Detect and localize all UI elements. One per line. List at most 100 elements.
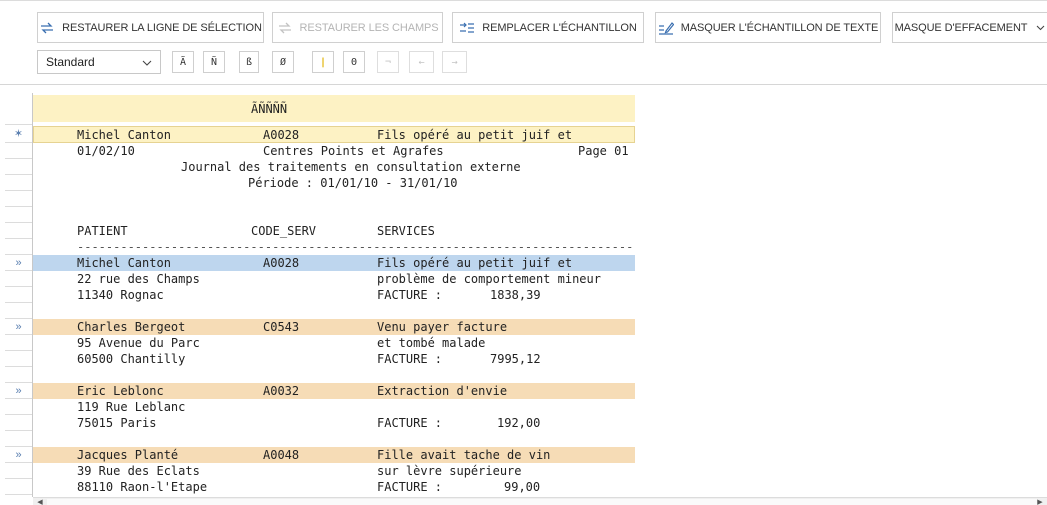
- scroll-right-arrow-icon[interactable]: ▶: [1035, 498, 1045, 505]
- invoice-amount: 1838,39: [490, 288, 541, 302]
- report-title: Journal des traitements en consultation …: [181, 160, 521, 174]
- restore-selection-line-button[interactable]: RESTAURER LA LIGNE DE SÉLECTION: [37, 12, 264, 43]
- record-service: Venu payer facture: [377, 320, 508, 334]
- record-service: Extraction d'envie: [377, 384, 508, 398]
- gutter-cell: [5, 93, 32, 125]
- char-theta-button[interactable]: Θ: [343, 51, 365, 73]
- restore-fields-button[interactable]: RESTAURER LES CHAMPS: [272, 12, 443, 43]
- gutter-cell: [5, 223, 32, 239]
- ribbon-divider: [0, 84, 1047, 85]
- arrow-left-button[interactable]: ←: [409, 51, 434, 73]
- replace-sample-button[interactable]: REMPLACER L'ÉCHANTILLON: [452, 12, 644, 43]
- invoice-label: FACTURE :: [377, 480, 443, 494]
- gutter-cell: [5, 287, 32, 303]
- invoice-amount: 192,00: [497, 416, 541, 430]
- column-header-services: SERVICES: [377, 224, 435, 238]
- record-service: et tombé malade: [377, 336, 486, 350]
- field-header-label: ÃÑÑÑÑ: [251, 102, 288, 116]
- invoice-label: FACTURE :: [377, 288, 443, 302]
- column-header-patient: PATIENT: [77, 224, 128, 238]
- char-not-button[interactable]: ¬: [377, 51, 399, 73]
- row-gutter: ✶ » » » »: [5, 93, 32, 505]
- chevron-down-icon: [1036, 25, 1045, 31]
- record-name: Eric Leblonc: [77, 384, 164, 398]
- report-period: Période : 01/01/10 - 31/01/10: [248, 176, 458, 190]
- gutter-cell: [5, 239, 32, 255]
- edit-text-icon: [658, 21, 674, 35]
- row-marker-icon[interactable]: »: [5, 255, 32, 271]
- gutter-cell: [5, 207, 32, 223]
- record-service: sur lèvre supérieure: [377, 464, 522, 478]
- record-address: 119 Rue Leblanc: [77, 400, 186, 414]
- scroll-left-arrow-icon[interactable]: ◀: [35, 498, 45, 505]
- editor-left-border: [32, 93, 33, 497]
- record-code: A0032: [263, 384, 300, 398]
- gutter-cell: [5, 159, 32, 175]
- header-separator: ----------------------------------------…: [77, 240, 633, 254]
- record-name: Michel Canton: [77, 256, 171, 270]
- chevron-down-icon: [142, 55, 152, 69]
- char-o-slash-button[interactable]: Ø: [272, 51, 294, 73]
- gutter-cell: [5, 175, 32, 191]
- record-city: 75015 Paris: [77, 416, 157, 430]
- record-code: A0048: [263, 448, 300, 462]
- erase-mask-dropdown[interactable]: MASQUE D'EFFACEMENT: [892, 12, 1047, 43]
- record-service: Fille avait tache de vin: [377, 448, 551, 462]
- gutter-cell: [5, 143, 32, 159]
- record-address: 39 Rue des Eclats: [77, 464, 200, 478]
- record-service: problème de comportement mineur: [377, 272, 601, 286]
- scrollbar-thumb[interactable]: [47, 499, 1037, 505]
- record-city: 11340 Rognac: [77, 288, 164, 302]
- gutter-cell: [5, 271, 32, 287]
- report-date: 01/02/10: [77, 144, 135, 158]
- record-city: 60500 Chantilly: [77, 352, 186, 366]
- record-name: Jacques Planté: [77, 448, 179, 462]
- horizontal-scrollbar[interactable]: ◀ ▶: [33, 497, 1047, 505]
- char-eszett-button[interactable]: ß: [239, 51, 259, 73]
- char-n-tilde-button[interactable]: Ñ: [203, 51, 225, 73]
- gutter-cell: [5, 431, 32, 447]
- gutter-cell: [5, 463, 32, 479]
- sample-name: Michel Canton: [77, 128, 171, 142]
- gutter-cell: [5, 303, 32, 319]
- row-marker-icon[interactable]: »: [5, 447, 32, 463]
- row-marker-icon[interactable]: »: [5, 319, 32, 335]
- gutter-cell: [5, 191, 32, 207]
- restore-fields-label: RESTAURER LES CHAMPS: [299, 21, 439, 34]
- invoice-amount: 99,00: [504, 480, 541, 494]
- field-header-row[interactable]: [33, 95, 635, 122]
- report-company: Centres Points et Agrafes: [263, 144, 444, 158]
- record-city: 88110 Raon-l'Etape: [77, 480, 208, 494]
- invoice-label: FACTURE :: [377, 352, 443, 366]
- restore-arrows-icon: [39, 21, 55, 35]
- sample-service: Fils opéré au petit juif et: [377, 128, 573, 142]
- record-code: A0028: [263, 256, 300, 270]
- arrow-right-button[interactable]: →: [442, 51, 467, 73]
- invoice-amount: 7995,12: [490, 352, 541, 366]
- invoice-label: FACTURE :: [377, 416, 443, 430]
- format-select[interactable]: Standard: [37, 50, 161, 74]
- format-select-value: Standard: [46, 55, 95, 69]
- replace-icon: [459, 22, 475, 34]
- top-border: [0, 0, 1047, 4]
- record-code: C0543: [263, 320, 300, 334]
- gutter-cell: [5, 367, 32, 383]
- char-cursor-button[interactable]: |: [312, 51, 334, 73]
- restore-selection-line-label: RESTAURER LA LIGNE DE SÉLECTION: [62, 21, 262, 34]
- gutter-cell: [5, 351, 32, 367]
- char-a-tilde-button[interactable]: Ã: [172, 51, 194, 73]
- report-page: Page 01: [578, 144, 629, 158]
- gutter-cell: [5, 415, 32, 431]
- gutter-cell: [5, 335, 32, 351]
- row-marker-icon[interactable]: »: [5, 383, 32, 399]
- gutter-cell: [5, 479, 32, 495]
- mask-text-sample-label: MASQUER L'ÉCHANTILLON DE TEXTE: [680, 21, 879, 34]
- sample-marker-icon[interactable]: ✶: [5, 125, 32, 143]
- record-address: 95 Avenue du Parc: [77, 336, 200, 350]
- record-service: Fils opéré au petit juif et: [377, 256, 573, 270]
- sample-code: A0028: [263, 128, 300, 142]
- restore-arrows-icon: [277, 21, 293, 35]
- record-address: 22 rue des Champs: [77, 272, 200, 286]
- mask-text-sample-button[interactable]: MASQUER L'ÉCHANTILLON DE TEXTE: [655, 12, 881, 43]
- record-name: Charles Bergeot: [77, 320, 186, 334]
